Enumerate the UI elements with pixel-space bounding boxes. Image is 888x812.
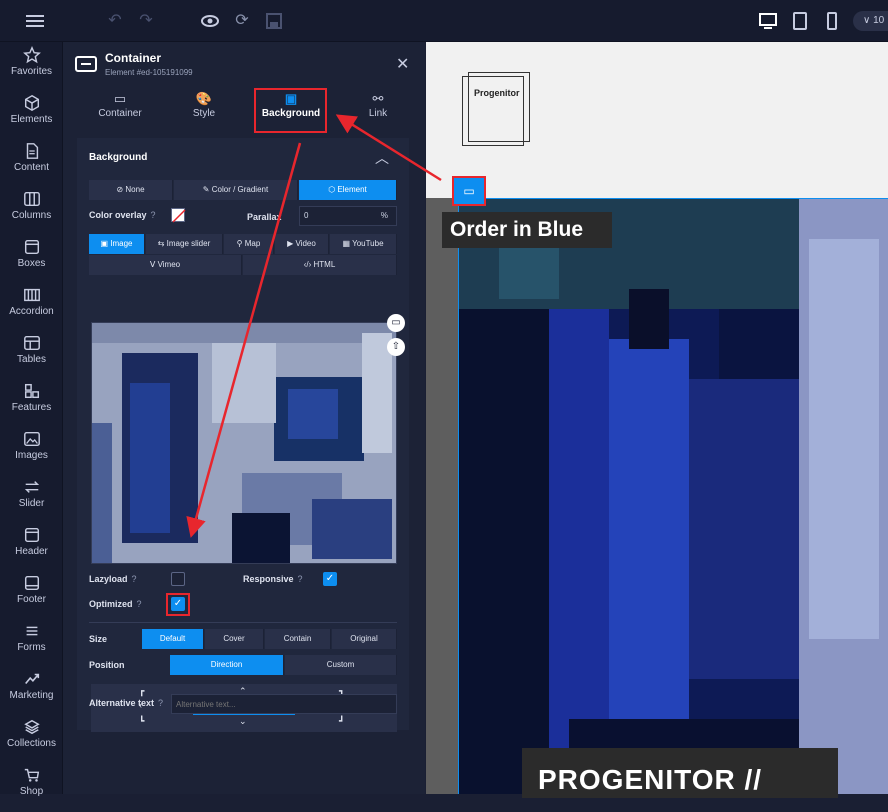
annotation-arrows xyxy=(186,114,442,538)
arrow-to-background-tab xyxy=(335,114,442,182)
arrow-to-optimized-checkbox xyxy=(186,142,302,538)
